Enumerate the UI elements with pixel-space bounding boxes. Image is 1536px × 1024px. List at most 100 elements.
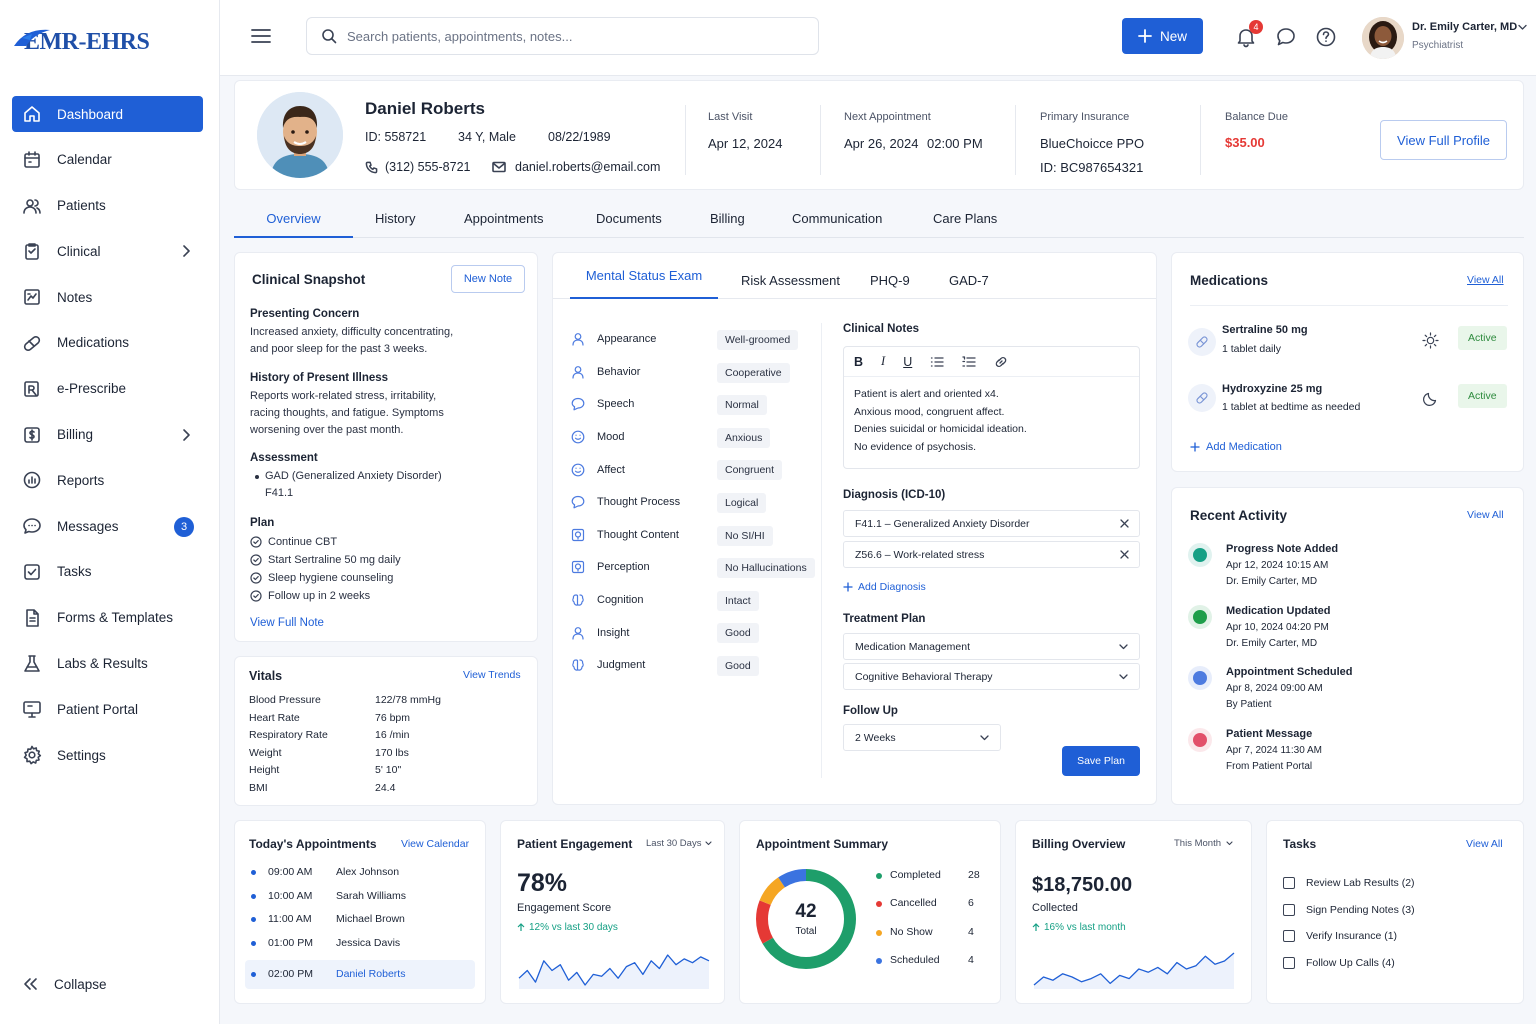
sidebar-item-labs[interactable]: Labs & Results: [12, 646, 203, 682]
chart-icon: [23, 472, 41, 489]
mse-value-pill[interactable]: Congruent: [717, 460, 783, 481]
medications-view-all-link[interactable]: View All: [1467, 274, 1504, 286]
billing-period-select[interactable]: This Month: [1174, 838, 1233, 849]
tab-billing[interactable]: Billing: [710, 211, 745, 226]
appointment-row[interactable]: 11:00 AM Michael Brown: [245, 909, 475, 933]
collapse-button[interactable]: Collapse: [22, 976, 107, 992]
tab-risk-assessment[interactable]: Risk Assessment: [741, 273, 840, 288]
new-note-button[interactable]: New Note: [451, 265, 525, 293]
sidebar-item-dashboard[interactable]: Dashboard: [12, 96, 203, 132]
mse-value-pill[interactable]: Good: [717, 623, 759, 644]
tab-documents[interactable]: Documents: [596, 211, 662, 226]
tab-gad7[interactable]: GAD-7: [949, 273, 989, 288]
search-input[interactable]: [347, 28, 787, 44]
italic-icon[interactable]: I: [881, 354, 885, 369]
sidebar-item-tasks[interactable]: Tasks: [12, 554, 203, 590]
task-item[interactable]: Verify Insurance (1): [1283, 923, 1415, 950]
tab-overview[interactable]: Overview: [234, 200, 353, 238]
follow-up-select[interactable]: 2 Weeks: [843, 724, 1001, 751]
mse-value-pill[interactable]: No SI/HI: [717, 525, 773, 546]
mse-value-pill[interactable]: Logical: [717, 492, 767, 513]
patient-phone[interactable]: (312) 555-8721: [385, 160, 470, 174]
close-icon[interactable]: [1120, 519, 1129, 528]
treatment-value: Cognitive Behavioral Therapy: [855, 670, 993, 683]
view-full-profile-button[interactable]: View Full Profile: [1380, 120, 1507, 160]
mse-value-pill[interactable]: Good: [717, 655, 759, 676]
sidebar-item-billing[interactable]: Billing: [12, 417, 203, 453]
appointment-row[interactable]: 10:00 AM Sarah Williams: [245, 886, 475, 910]
mse-value-pill[interactable]: Intact: [717, 590, 759, 611]
appointment-row[interactable]: 02:00 PM Daniel Roberts: [245, 960, 475, 989]
user-avatar[interactable]: [1362, 17, 1404, 59]
add-diagnosis-link[interactable]: Add Diagnosis: [843, 581, 926, 593]
task-checkbox[interactable]: [1283, 877, 1295, 890]
treatment-select[interactable]: Cognitive Behavioral Therapy: [843, 663, 1140, 690]
tab-appointments[interactable]: Appointments: [464, 211, 544, 226]
activity-item[interactable]: Appointment Scheduled Apr 8, 2024 09:00 A…: [1188, 666, 1508, 728]
task-item[interactable]: Follow Up Calls (4): [1283, 950, 1415, 977]
sidebar-item-notes[interactable]: Notes: [12, 279, 203, 315]
chevron-down-icon[interactable]: [1518, 24, 1527, 31]
mse-value-pill[interactable]: No Hallucinations: [717, 558, 815, 579]
engagement-period-select[interactable]: Last 30 Days: [646, 838, 713, 849]
appointment-row[interactable]: 09:00 AM Alex Johnson: [245, 862, 475, 886]
sidebar-item-messages[interactable]: Messages 3: [12, 508, 203, 544]
sidebar-item-clinical[interactable]: Clinical: [12, 233, 203, 269]
sidebar-item-calendar[interactable]: Calendar: [12, 142, 203, 178]
sidebar-item-label: Clinical: [57, 243, 101, 259]
activity-item[interactable]: Medication Updated Apr 10, 2024 04:20 PM D…: [1188, 604, 1508, 667]
tasks-view-all-link[interactable]: View All: [1466, 838, 1503, 850]
numbered-list-icon[interactable]: [962, 355, 976, 368]
save-plan-button[interactable]: Save Plan: [1062, 746, 1140, 776]
patient-avatar: [257, 92, 343, 178]
task-checkbox[interactable]: [1283, 903, 1295, 916]
underline-icon[interactable]: U: [903, 355, 912, 369]
tab-history[interactable]: History: [375, 211, 415, 226]
plan-item-text: Start Sertraline 50 mg daily: [268, 553, 401, 566]
task-checkbox[interactable]: [1283, 930, 1295, 943]
user-name[interactable]: Dr. Emily Carter, MD: [1412, 21, 1517, 33]
link-icon[interactable]: [994, 355, 1008, 369]
tab-mental-status-exam[interactable]: Mental Status Exam: [570, 253, 718, 299]
sidebar-item-reports[interactable]: Reports: [12, 462, 203, 498]
tab-phq9[interactable]: PHQ-9: [870, 273, 910, 288]
appointment-row[interactable]: 01:00 PM Jessica Davis: [245, 933, 475, 957]
activity-item[interactable]: Progress Note Added Apr 12, 2024 10:15 AM…: [1188, 543, 1508, 605]
treatment-select[interactable]: Medication Management: [843, 633, 1140, 660]
clinical-notes-editor[interactable]: B I U Patient is alert and oriented x4. …: [843, 346, 1140, 469]
task-item[interactable]: Review Lab Results (2): [1283, 870, 1415, 897]
mse-value-pill[interactable]: Anxious: [717, 427, 771, 448]
task-label: Follow Up Calls (4): [1306, 956, 1395, 969]
new-button[interactable]: New: [1122, 18, 1203, 54]
sidebar-item-eprescribe[interactable]: e-Prescribe: [12, 371, 203, 407]
bold-icon[interactable]: B: [854, 355, 863, 369]
activity-view-all-link[interactable]: View All: [1467, 509, 1504, 521]
view-calendar-link[interactable]: View Calendar: [401, 838, 469, 850]
patient-email[interactable]: daniel.roberts@email.com: [515, 160, 660, 174]
task-checkbox[interactable]: [1283, 956, 1295, 969]
sidebar-item-portal[interactable]: Patient Portal: [12, 691, 203, 727]
mse-value-pill[interactable]: Cooperative: [717, 362, 790, 383]
task-item[interactable]: Sign Pending Notes (3): [1283, 897, 1415, 924]
sidebar-item-patients[interactable]: Patients: [12, 188, 203, 224]
chat-bubble-icon[interactable]: [1275, 26, 1297, 48]
sidebar-item-medications[interactable]: Medications: [12, 325, 203, 361]
vital-row: Respiratory Rate 16 /min: [249, 729, 529, 747]
tab-care-plans[interactable]: Care Plans: [933, 211, 997, 226]
mse-value-pill[interactable]: Normal: [717, 395, 767, 416]
legend-value: 28: [968, 869, 980, 881]
bullet-list-icon[interactable]: [930, 356, 944, 368]
help-icon[interactable]: [1315, 26, 1337, 48]
activity-item[interactable]: Patient Message Apr 7, 2024 11:30 AM From …: [1188, 727, 1508, 790]
add-medication-link[interactable]: Add Medication: [1190, 441, 1282, 453]
view-full-note-link[interactable]: View Full Note: [250, 617, 324, 629]
hamburger-menu-icon[interactable]: [250, 27, 272, 45]
sidebar-item-forms[interactable]: Forms & Templates: [12, 600, 203, 636]
sidebar-item-settings[interactable]: Settings: [12, 737, 203, 773]
tab-communication[interactable]: Communication: [792, 211, 882, 226]
close-icon[interactable]: [1120, 550, 1129, 559]
view-trends-link[interactable]: View Trends: [463, 669, 521, 681]
diagnosis-text: F41.1 – Generalized Anxiety Disorder: [855, 517, 1030, 530]
mse-value-pill[interactable]: Well-groomed: [717, 330, 799, 350]
app-logo[interactable]: EMR-EHRS: [12, 22, 150, 62]
